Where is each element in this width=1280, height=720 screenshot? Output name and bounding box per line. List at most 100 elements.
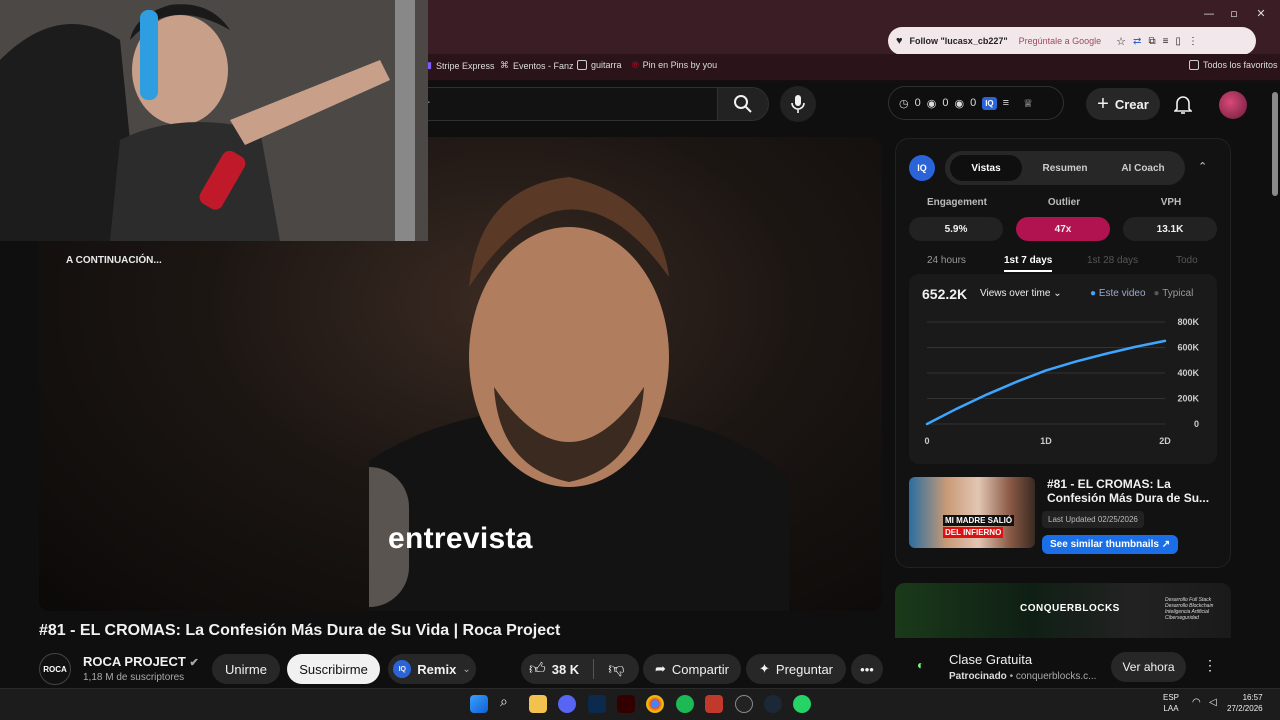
collapse-chevron-icon[interactable]: ⌃ <box>1198 160 1207 173</box>
vidiq-badge[interactable]: IQ <box>982 96 997 110</box>
series-line <box>925 339 1167 426</box>
spotify-icon[interactable] <box>676 695 694 713</box>
range-28d[interactable]: 1st 28 days <box>1087 255 1138 266</box>
close-icon[interactable]: ✕ <box>1250 6 1272 22</box>
metric-dropdown[interactable]: Views over time ⌄ <box>980 288 1062 299</box>
range-7d[interactable]: 1st 7 days <box>1004 255 1052 266</box>
bell-icon <box>1174 96 1192 114</box>
more-icon: ••• <box>860 661 874 677</box>
like-dislike-group[interactable]: 👍︎ 38 K 👎︎ <box>521 654 639 684</box>
legend-label: Typical <box>1162 288 1194 299</box>
share-label: Compartir <box>671 661 729 677</box>
legend-item: ● Typical <box>1154 288 1194 299</box>
video-thumbnail[interactable]: MI MADRE SALIÓ DEL INFIERNO <box>909 477 1035 548</box>
join-button[interactable]: Unirme <box>212 654 280 684</box>
external-link-icon: ↗ <box>1161 539 1171 550</box>
obs-icon[interactable] <box>735 695 753 713</box>
list-icon[interactable]: ≡ <box>1003 97 1009 109</box>
pinterest-icon: ℗ <box>632 60 639 70</box>
views-line-chart: 0 200K 400K 600K 800K 0 1D 2D <box>924 317 1199 446</box>
search-icon[interactable]: ⌕ <box>500 693 508 710</box>
voice-search-button[interactable] <box>780 86 816 122</box>
tab-search-icon[interactable]: ≡ <box>1163 36 1169 47</box>
dislike-icon[interactable]: 👎︎ <box>608 660 624 679</box>
volume-icon[interactable]: ◁ <box>1209 697 1217 708</box>
wifi-icon[interactable]: ◠ <box>1192 697 1201 708</box>
ad-cta-button[interactable]: Ver ahora <box>1111 652 1186 682</box>
account-avatar[interactable] <box>1219 91 1247 119</box>
minimize-icon[interactable]: — <box>1198 6 1220 22</box>
bookmark-item[interactable]: ⌘ Eventos - Fanz <box>500 60 574 71</box>
ad-banner[interactable]: CONQUERBLOCKS Desarrollo Full Stack Desa… <box>895 583 1231 638</box>
microphone-icon <box>791 95 805 113</box>
ask-button[interactable]: ✦ Preguntar <box>746 654 846 684</box>
all-bookmarks-folder[interactable]: Todos los favoritos <box>1189 60 1278 70</box>
app-icon[interactable] <box>705 695 723 713</box>
outlier-value: 47x <box>1016 217 1110 241</box>
legend-item: ● Este video <box>1090 288 1146 299</box>
bookmark-folder[interactable]: guitarra <box>577 60 622 70</box>
chrome-icon[interactable] <box>646 695 664 713</box>
scrollbar-thumb[interactable] <box>1272 92 1278 196</box>
chevron-down-icon: ⌄ <box>462 663 471 675</box>
steam-icon[interactable] <box>764 695 782 713</box>
tab-vistas[interactable]: Vistas <box>950 155 1022 181</box>
extensions-icon[interactable]: ⧉ <box>1148 36 1155 47</box>
system-clock[interactable]: 16:57 27/2/2026 <box>1227 692 1263 714</box>
sidebar-icon[interactable]: ▯ <box>1175 36 1181 47</box>
bookmark-item[interactable]: ℗ Pin en Pins by you <box>632 60 717 70</box>
notifications-button[interactable] <box>1170 92 1196 116</box>
views-total: 652.2K <box>922 286 968 302</box>
remix-button[interactable]: IQ Remix ⌄ <box>388 654 476 684</box>
similar-thumbnails-button[interactable]: See similar thumbnails ↗ <box>1042 535 1179 554</box>
omnibox-popup[interactable]: ♥ Follow "lucasx_cb227" Pregúntale a Goo… <box>888 27 1256 55</box>
star-icon[interactable]: ☆ <box>1116 35 1126 48</box>
menu-icon[interactable]: ⋮ <box>1188 36 1198 47</box>
like-icon[interactable]: 👍︎ <box>529 660 546 679</box>
tab-ai-coach[interactable]: AI Coach <box>1108 155 1178 181</box>
vidiq-stats-pill[interactable]: ◷ 0 ◉ 0 ◉ 0 IQ ≡ ♕ <box>888 86 1064 120</box>
discord-icon[interactable] <box>558 695 576 713</box>
bookmark-label: Todos los favoritos <box>1203 60 1278 70</box>
like-count: 38 K <box>551 661 580 677</box>
tab-resumen[interactable]: Resumen <box>1030 155 1100 181</box>
y-tick-label: 800K <box>1177 317 1199 327</box>
eye-icon: ◉ <box>954 97 965 110</box>
translate-icon[interactable]: ⇄ <box>1133 36 1141 47</box>
whatsapp-icon[interactable] <box>793 695 811 713</box>
language-indicator[interactable]: ESP LAA <box>1163 692 1179 714</box>
channel-name[interactable]: ROCA PROJECT ✔ <box>83 654 199 669</box>
trophy-icon[interactable]: ♕ <box>1023 97 1033 110</box>
y-tick-label: 0 <box>1194 419 1199 429</box>
folder-icon <box>577 60 587 70</box>
ad-more-icon[interactable]: ⋮ <box>1203 657 1217 674</box>
more-actions-button[interactable]: ••• <box>851 654 883 684</box>
ad-sponsor-line: Patrocinado • conquerblocks.c... <box>949 671 1097 682</box>
search-input[interactable]: r <box>420 87 717 121</box>
heart-icon: ♥ <box>896 35 903 47</box>
similar-label: See similar thumbnails <box>1050 539 1159 550</box>
follow-suggestion[interactable]: Follow "lucasx_cb227" <box>910 36 1008 46</box>
start-icon[interactable] <box>470 695 488 713</box>
video-caption: entrevista <box>388 522 533 555</box>
subscribe-button[interactable]: Suscribirme <box>287 654 380 684</box>
streamer-image <box>0 0 428 241</box>
bookmark-label: Eventos - Fanz <box>513 60 574 71</box>
channel-avatar[interactable]: ROCA <box>39 653 71 685</box>
range-all[interactable]: Todo <box>1176 255 1198 266</box>
photoshop-icon[interactable] <box>588 695 606 713</box>
file-explorer-icon[interactable] <box>529 695 547 713</box>
search-button[interactable] <box>717 87 769 121</box>
stat-value: 0 <box>914 97 921 109</box>
bookmark-item[interactable]: ▮ Stripe Express <box>427 60 494 71</box>
sponsored-label: Patrocinado <box>949 671 1007 682</box>
maximize-icon[interactable]: ▫ <box>1223 6 1245 22</box>
create-button[interactable]: + Crear <box>1086 88 1160 120</box>
illustrator-icon[interactable] <box>617 695 635 713</box>
metric-dropdown-label: Views over time <box>980 288 1051 299</box>
range-24h[interactable]: 24 hours <box>927 255 966 266</box>
share-button[interactable]: ➦ Compartir <box>643 654 741 684</box>
thumbnail-video-title: #81 - EL CROMAS: La Confesión Más Dura d… <box>1047 477 1210 505</box>
ask-google-chip[interactable]: Pregúntale a Google <box>1014 34 1106 48</box>
chevron-down-icon: ⌄ <box>1053 288 1062 299</box>
